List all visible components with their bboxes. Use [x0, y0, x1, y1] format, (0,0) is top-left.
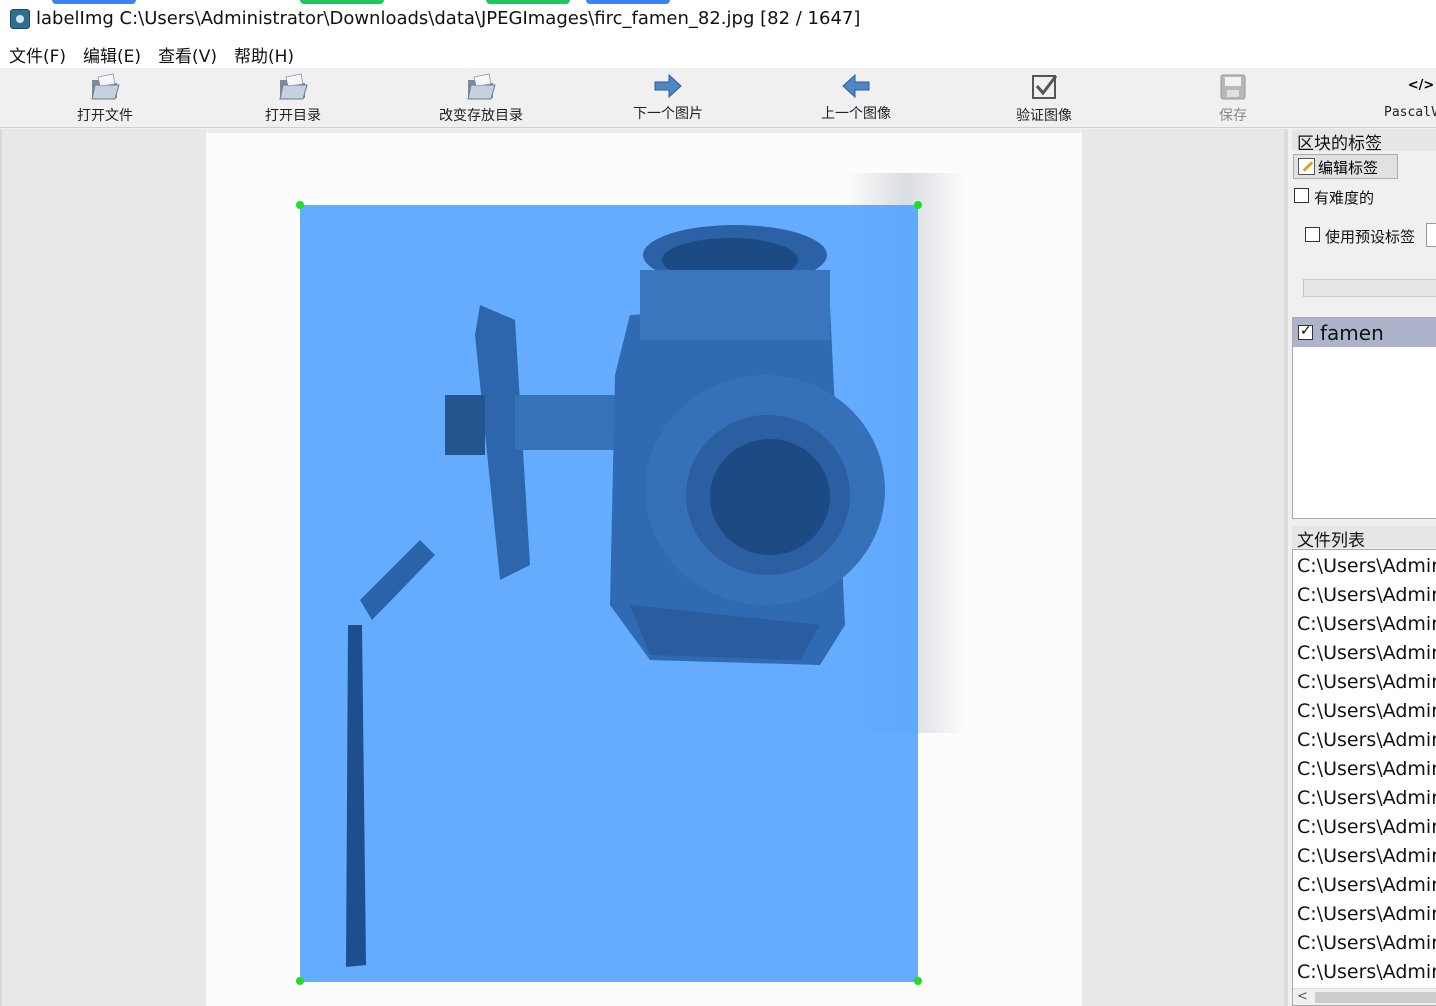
valve-image	[346, 225, 885, 967]
change-save-dir-button[interactable]: 改变存放目录	[426, 70, 536, 126]
file-list-item[interactable]: C:\Users\Admir	[1293, 668, 1436, 697]
arrow-right-icon	[654, 73, 682, 99]
label-item-famen[interactable]: famen	[1293, 318, 1436, 347]
window-title: labelImg C:\Users\Administrator\Download…	[36, 8, 861, 29]
scroll-thumb[interactable]	[1315, 992, 1436, 1003]
folder-open-icon	[467, 73, 496, 100]
file-list-item[interactable]: C:\Users\Admir	[1293, 610, 1436, 639]
difficult-label: 有难度的	[1314, 189, 1375, 207]
file-list-item[interactable]: C:\Users\Admir	[1293, 726, 1436, 755]
file-list-item[interactable]: C:\Users\Admir	[1293, 900, 1436, 929]
prev-image-button[interactable]: 上一个图像	[801, 70, 911, 126]
file-list-item[interactable]: C:\Users\Admir	[1293, 755, 1436, 784]
arrow-left-icon	[842, 73, 870, 99]
label-visible-checkbox[interactable]	[1298, 323, 1313, 340]
open-dir-label: 打开目录	[265, 108, 321, 124]
folder-open-icon	[279, 73, 308, 100]
next-image-label: 下一个图片	[633, 106, 703, 122]
default-label-input[interactable]	[1426, 223, 1436, 247]
taskbar-accent	[486, 0, 570, 4]
file-list-header: 文件列表	[1292, 526, 1436, 551]
folder-open-icon	[91, 73, 120, 100]
verify-image-label: 验证图像	[1016, 108, 1072, 124]
taskbar-accent	[52, 0, 136, 4]
file-list-item[interactable]: C:\Users\Admir	[1293, 929, 1436, 958]
format-toggle-button[interactable]: </> PascalV	[1366, 70, 1436, 126]
file-list: C:\Users\Admir C:\Users\Admir C:\Users\A…	[1292, 549, 1436, 1006]
save-button[interactable]: 保存	[1178, 70, 1288, 126]
verify-image-button[interactable]: 验证图像	[989, 70, 1099, 126]
label-combo[interactable]	[1303, 279, 1436, 297]
checkbox-icon	[1032, 75, 1058, 99]
box-labels-header: 区块的标签	[1292, 129, 1436, 154]
edit-label-button[interactable]: 编辑标签	[1293, 154, 1398, 179]
bbox-handle-bottom-right[interactable]	[914, 977, 922, 985]
title-bar: labelImg C:\Users\Administrator\Download…	[0, 0, 1436, 38]
image-canvas[interactable]	[0, 129, 1284, 1006]
file-list-item[interactable]: C:\Users\Admir	[1293, 581, 1436, 610]
prev-image-label: 上一个图像	[821, 106, 891, 122]
bbox-handle-bottom-left[interactable]	[296, 977, 304, 985]
right-dock: 区块的标签 编辑标签 有难度的 使用预设标签 famen 文件列表 C:\Use…	[1284, 129, 1436, 1006]
menu-bar: 文件(F) 编辑(E) 查看(V) 帮助(H)	[0, 38, 1436, 68]
edit-label-text: 编辑标签	[1318, 159, 1379, 177]
bounding-box[interactable]	[300, 205, 918, 982]
open-file-label: 打开文件	[77, 108, 133, 124]
file-list-item[interactable]: C:\Users\Admir	[1293, 639, 1436, 668]
format-label: PascalV	[1384, 105, 1436, 120]
label-item-text: famen	[1320, 321, 1384, 345]
file-list-item[interactable]: C:\Users\Admir	[1293, 552, 1436, 581]
label-list: famen	[1292, 317, 1436, 519]
difficult-checkbox[interactable]	[1294, 188, 1309, 203]
file-list-item[interactable]: C:\Users\Admir	[1293, 784, 1436, 813]
file-list-item[interactable]: C:\Users\Admir	[1293, 958, 1436, 987]
save-disk-icon	[1220, 74, 1246, 100]
app-icon	[10, 9, 30, 29]
edit-pencil-icon	[1298, 158, 1315, 175]
use-default-label-text: 使用预设标签	[1325, 228, 1416, 246]
bbox-handle-top-left[interactable]	[296, 201, 304, 209]
file-list-item[interactable]: C:\Users\Admir	[1293, 871, 1436, 900]
code-icon: </>	[1407, 78, 1435, 93]
file-list-item[interactable]: C:\Users\Admir	[1293, 842, 1436, 871]
menu-view[interactable]: 查看(V)	[149, 38, 225, 68]
taskbar-accent	[300, 0, 384, 4]
menu-file[interactable]: 文件(F)	[0, 38, 74, 68]
open-file-button[interactable]: 打开文件	[50, 70, 160, 126]
save-label: 保存	[1219, 108, 1247, 124]
next-image-button[interactable]: 下一个图片	[613, 70, 723, 126]
file-list-item[interactable]: C:\Users\Admir	[1293, 813, 1436, 842]
use-default-label-checkbox[interactable]	[1305, 227, 1320, 242]
bbox-handle-top-right[interactable]	[914, 201, 922, 209]
menu-help[interactable]: 帮助(H)	[225, 38, 302, 68]
file-list-hscrollbar[interactable]: <	[1293, 988, 1436, 1005]
menu-edit[interactable]: 编辑(E)	[74, 38, 149, 68]
taskbar-accent	[586, 0, 670, 4]
open-dir-button[interactable]: 打开目录	[238, 70, 348, 126]
toolbar: 打开文件 打开目录 改变存放目录 下一个图片 上一个图像 验证图像 保存 </>…	[0, 68, 1436, 128]
change-save-dir-label: 改变存放目录	[439, 108, 523, 124]
file-list-item[interactable]: C:\Users\Admir	[1293, 697, 1436, 726]
scroll-left-icon[interactable]: <	[1297, 989, 1308, 1004]
